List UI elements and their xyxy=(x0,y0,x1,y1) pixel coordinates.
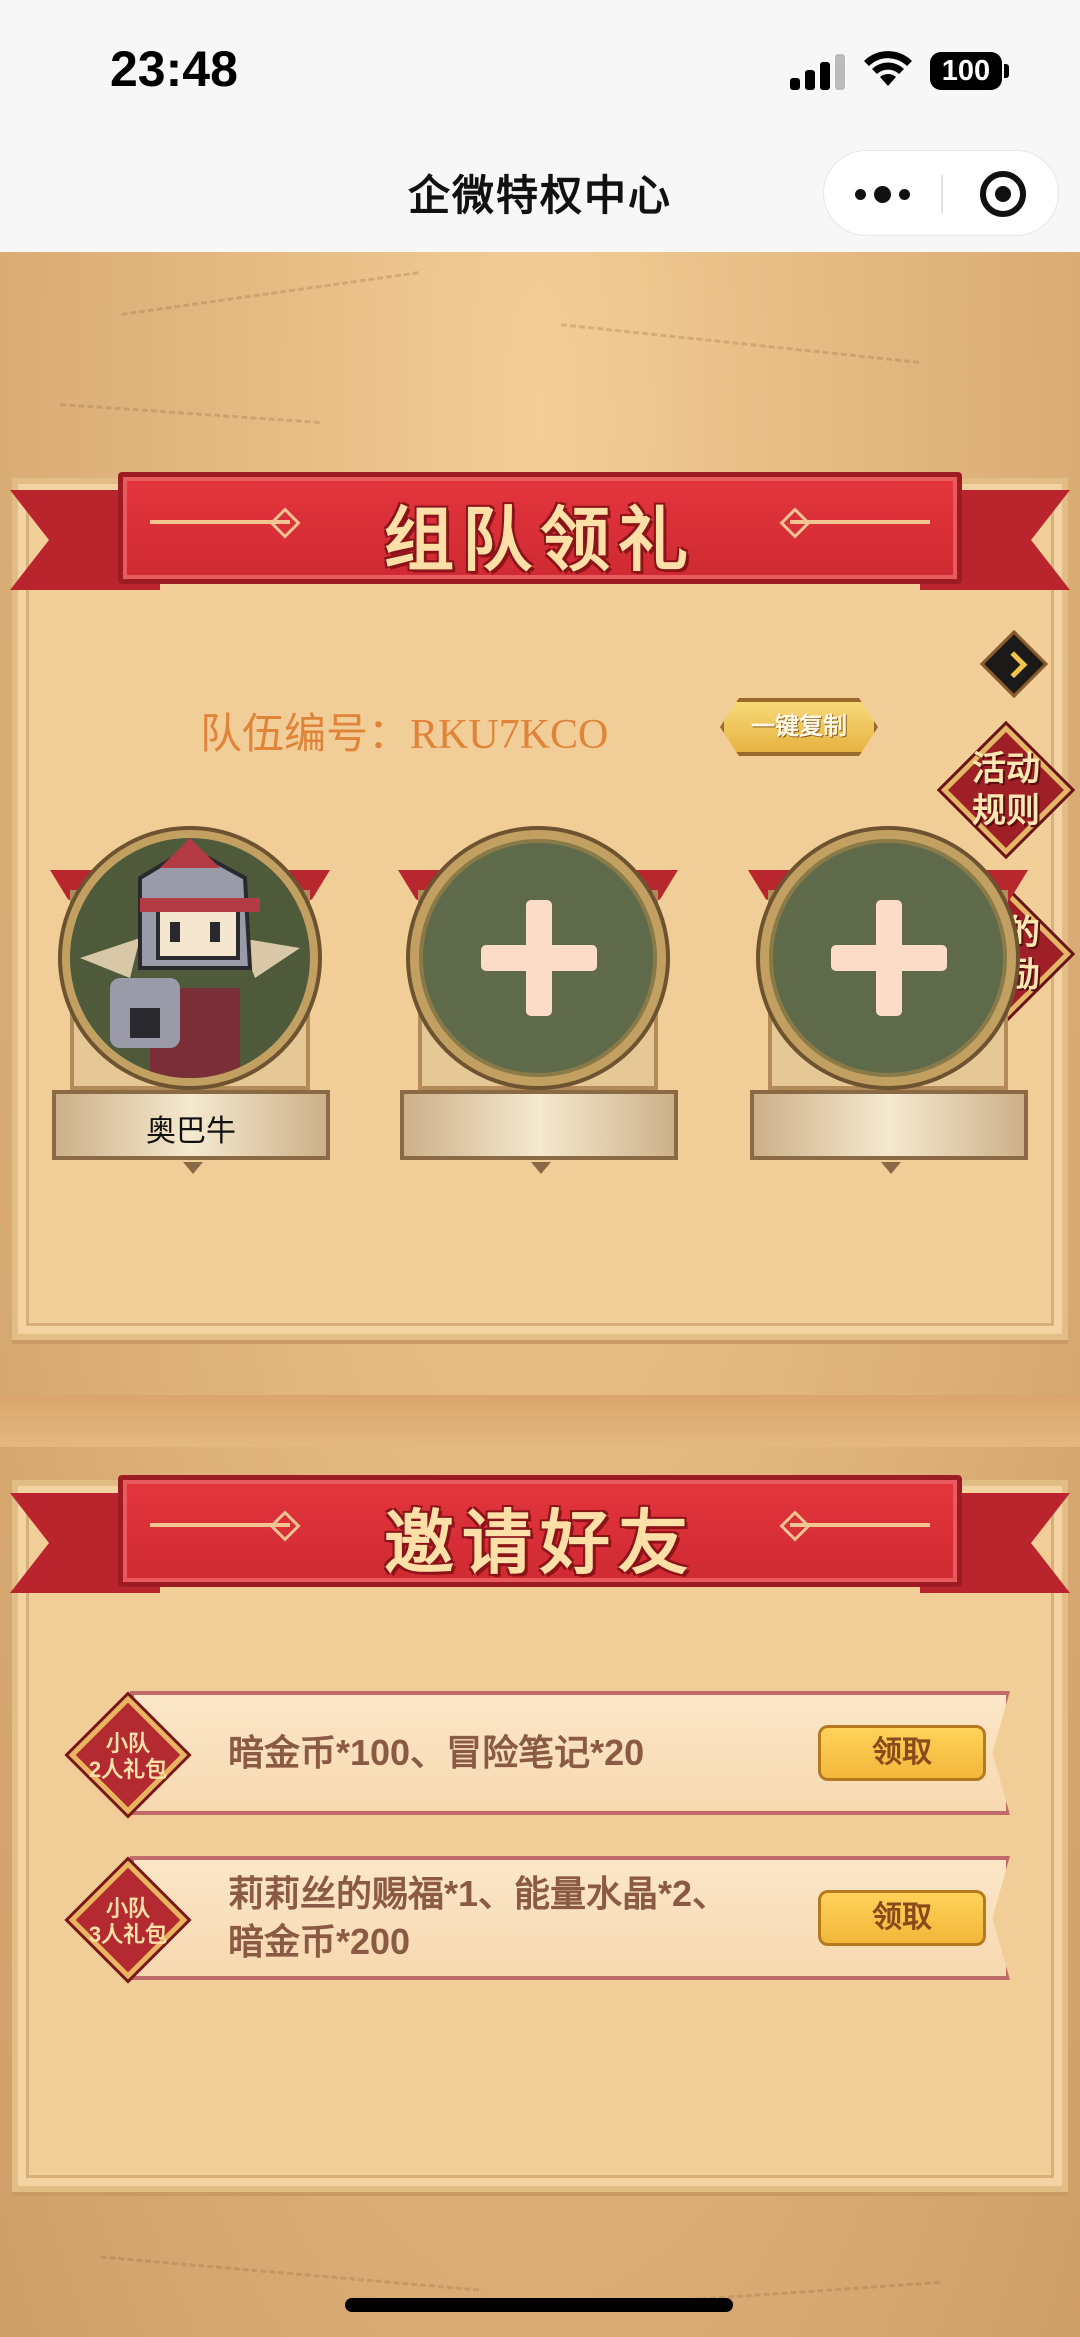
gift-description: 暗金币*100、冒险笔记*20 xyxy=(228,1729,644,1777)
badge-line1: 小队 xyxy=(105,1731,150,1756)
more-button[interactable] xyxy=(824,151,941,237)
nav-bar: 企微特权中心 xyxy=(0,140,1080,252)
home-indicator xyxy=(345,2298,733,2312)
gift-description: 莉莉丝的赐福*1、能量水晶*2、 暗金币*200 xyxy=(228,1870,728,1966)
badge-line1: 小队 xyxy=(105,1896,150,1921)
invite-member-slot[interactable] xyxy=(738,820,1038,1180)
rules-label-line1: 活动 xyxy=(972,750,1040,788)
team-number-label: 队伍编号： xyxy=(200,712,411,758)
team-title-ribbon: 组队领礼 xyxy=(10,462,1070,612)
close-miniprogram-icon[interactable] xyxy=(980,171,1026,217)
battery-tip xyxy=(1004,64,1009,78)
battery-icon: 100 xyxy=(930,52,1002,90)
knight-avatar-icon xyxy=(70,838,310,1078)
team-member-slot[interactable]: 奥巴牛 xyxy=(40,820,340,1180)
capsule-divider xyxy=(941,175,943,213)
invite-title-ribbon: 邀请好友 xyxy=(10,1465,1070,1615)
status-time: 23:48 xyxy=(110,41,238,97)
gift-desc-line1: 暗金币*100、冒险笔记*20 xyxy=(228,1732,645,1773)
badge-line2: 3人礼包 xyxy=(88,1922,168,1947)
mini-program-capsule xyxy=(823,150,1059,236)
signal-icon xyxy=(790,52,846,90)
invite-section-title: 邀请好友 xyxy=(384,1504,696,1582)
invite-member-slot[interactable] xyxy=(388,820,688,1180)
team-section-title: 组队领礼 xyxy=(384,501,696,579)
claim-button[interactable]: 领取 xyxy=(818,1725,986,1781)
gift-badge: 小队 3人礼包 xyxy=(68,1860,188,1980)
section-divider xyxy=(0,1395,1080,1447)
team-number-value: RKU7KCO xyxy=(410,712,609,758)
status-bar: 23:48 100 xyxy=(0,0,1080,140)
claim-button[interactable]: 领取 xyxy=(818,1890,986,1946)
gift-desc-line1: 莉莉丝的赐福*1、能量水晶*2、 xyxy=(228,1873,729,1914)
member-name: 奥巴牛 xyxy=(146,1115,236,1148)
gift-row: 小队 2人礼包 暗金币*100、冒险笔记*20 领取 xyxy=(60,1685,1020,1825)
wifi-icon xyxy=(864,51,912,86)
badge-line2: 2人礼包 xyxy=(88,1757,168,1782)
gift-badge: 小队 2人礼包 xyxy=(68,1695,188,1815)
team-number: 队伍编号：RKU7KCO xyxy=(200,700,608,761)
copy-button[interactable]: 一键复制 xyxy=(720,698,878,756)
gift-desc-line2: 暗金币*200 xyxy=(228,1921,411,1962)
gift-row: 小队 3人礼包 莉莉丝的赐福*1、能量水晶*2、 暗金币*200 领取 xyxy=(60,1850,1020,1990)
